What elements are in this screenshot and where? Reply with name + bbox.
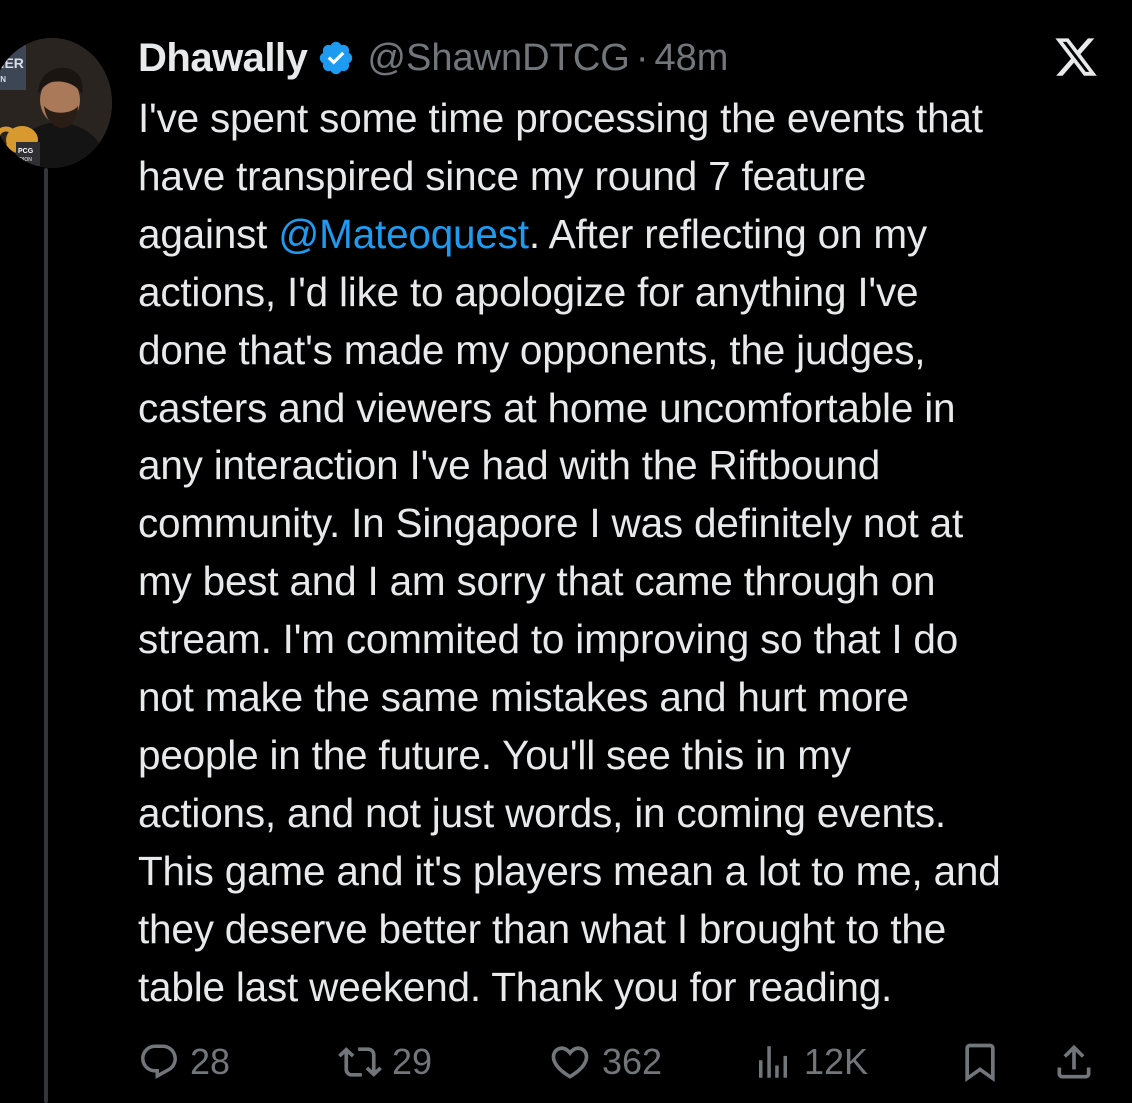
text-segment: actions, I'd like to apologize for anyth…: [138, 268, 919, 315]
tweet-line: done that's made my opponents, the judge…: [138, 322, 1128, 380]
header-separator: ·: [635, 36, 649, 79]
avatar-badge-line-3: ON: [0, 75, 6, 84]
repost-count: 29: [392, 1041, 433, 1082]
share-icon: [1052, 1040, 1096, 1084]
tweet-line: casters and viewers at home uncomfortabl…: [138, 380, 1128, 438]
view-count: 12K: [804, 1041, 869, 1082]
tweet-line: my best and I am sorry that came through…: [138, 553, 1128, 611]
user-handle[interactable]: @ShawnDTCG: [367, 37, 629, 80]
thread-connector-line: [44, 168, 48, 1103]
text-segment: people in the future. You'll see this in…: [138, 731, 851, 778]
text-segment: any interaction I've had with the Riftbo…: [138, 442, 881, 489]
text-segment: they deserve better than what I brought …: [138, 905, 947, 952]
avatar-badge-line-1: AL: [0, 39, 13, 55]
reply-icon: [138, 1041, 180, 1083]
timestamp[interactable]: 48m: [654, 37, 728, 80]
avatar[interactable]: AL FIER ON PCG ARION: [0, 38, 112, 168]
repost-button[interactable]: 29: [338, 1036, 432, 1088]
avatar-photo: AL FIER ON PCG ARION: [0, 38, 112, 168]
tweet-line: against @Mateoquest. After reflecting on…: [138, 206, 1128, 264]
tweet-line: community. In Singapore I was definitely…: [138, 495, 1128, 553]
text-segment: my best and I am sorry that came through…: [138, 558, 936, 605]
reply-button[interactable]: 28: [138, 1036, 230, 1088]
tweet-line: table last weekend. Thank you for readin…: [138, 959, 1128, 1017]
text-segment: table last weekend. Thank you for readin…: [138, 963, 893, 1010]
tweet-line: any interaction I've had with the Riftbo…: [138, 437, 1128, 495]
like-count: 362: [602, 1041, 663, 1082]
display-name[interactable]: Dhawally: [138, 36, 308, 81]
like-button[interactable]: 362: [548, 1036, 662, 1088]
tweet-actions-bar: 28 29 362 12K: [138, 1036, 1118, 1088]
text-segment: not make the same mistakes and hurt more: [138, 674, 909, 721]
text-segment: This game and it's players mean a lot to…: [138, 847, 1001, 894]
text-segment: I've spent some time processing the even…: [138, 95, 983, 141]
x-logo-icon: [1053, 34, 1099, 80]
bookmark-button[interactable]: [958, 1036, 1002, 1088]
views-button[interactable]: 12K: [752, 1036, 868, 1088]
mention-link[interactable]: @Mateoquest: [278, 211, 529, 257]
repost-icon: [338, 1040, 382, 1084]
text-segment: actions, and not just words, in coming e…: [138, 789, 946, 836]
tweet-line: This game and it's players mean a lot to…: [138, 843, 1128, 901]
tweet-line: actions, and not just words, in coming e…: [138, 785, 1128, 843]
tweet-line: people in the future. You'll see this in…: [138, 727, 1128, 785]
text-segment: stream. I'm commited to improving so tha…: [138, 616, 959, 663]
text-segment: community. In Singapore I was definitely…: [138, 500, 964, 547]
avatar-trophy-line-1: PCG: [18, 148, 34, 155]
tweet-header: Dhawally @ShawnDTCG · 48m: [138, 30, 728, 86]
text-segment: have transpired since my round 7 feature: [138, 152, 867, 199]
heart-icon: [548, 1040, 592, 1084]
text-segment: done that's made my opponents, the judge…: [138, 326, 926, 373]
text-segment: casters and viewers at home uncomfortabl…: [138, 384, 956, 431]
avatar-trophy-line-2: ARION: [16, 157, 32, 163]
tweet-line: not make the same mistakes and hurt more: [138, 669, 1128, 727]
text-segment: against: [138, 210, 279, 257]
bookmark-icon: [958, 1040, 1002, 1084]
tweet-line: have transpired since my round 7 feature: [138, 148, 1128, 206]
avatar-badge-line-2: FIER: [0, 55, 24, 71]
verified-badge-icon[interactable]: [317, 39, 355, 77]
tweet-line: I've spent some time processing the even…: [138, 90, 1128, 148]
views-icon: [752, 1041, 794, 1083]
tweet-line: stream. I'm commited to improving so tha…: [138, 611, 1128, 669]
text-segment: . After reflecting on my: [528, 210, 927, 257]
tweet-line: actions, I'd like to apologize for anyth…: [138, 264, 1128, 322]
reply-count: 28: [190, 1041, 231, 1082]
tweet-text: I've spent some time processing the even…: [138, 90, 1128, 1017]
share-button[interactable]: [1052, 1036, 1096, 1088]
tweet-line: they deserve better than what I brought …: [138, 901, 1128, 959]
